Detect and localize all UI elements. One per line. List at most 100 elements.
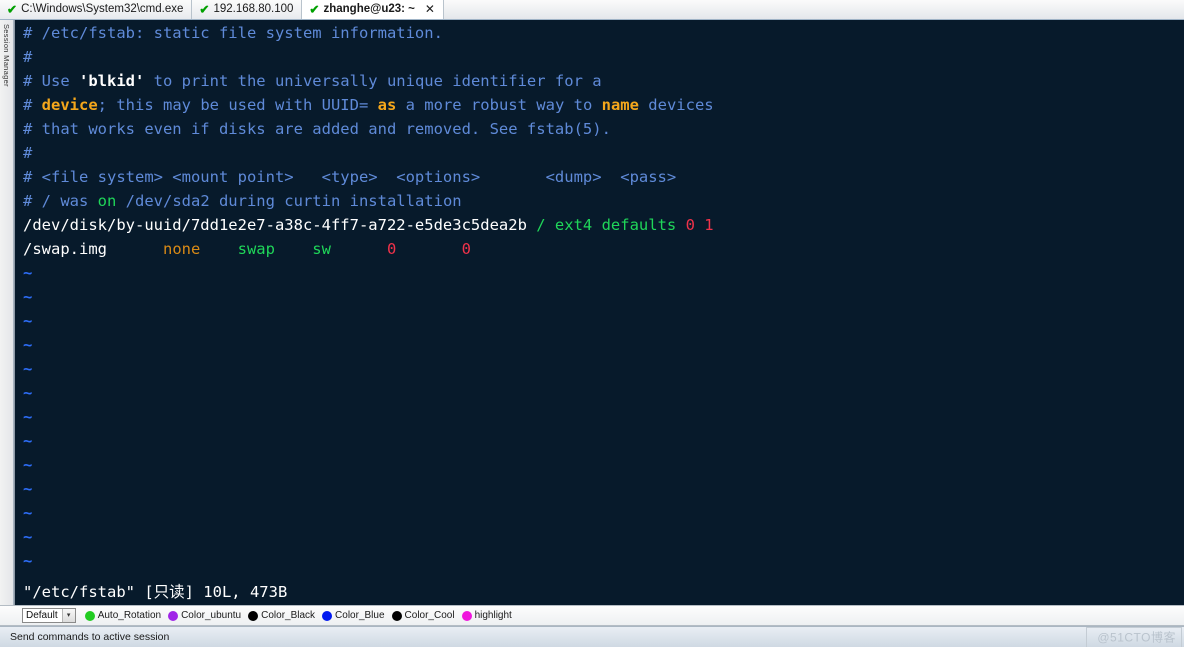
vim-status-line: "/etc/fstab" [只读] 10L, 473B	[23, 583, 288, 601]
terminal-span: # / was	[23, 192, 98, 210]
terminal-span: /dev/sda2 during curtin installation	[116, 192, 462, 210]
xshell-window: ✔ C:\Windows\System32\cmd.exe ✔ 192.168.80.…	[0, 0, 1184, 647]
color-swatch-item[interactable]: Color_ubuntu	[168, 610, 241, 621]
color-swatch-item[interactable]: Auto_Rotation	[84, 610, 162, 621]
terminal-span: # Use	[23, 72, 79, 90]
terminal-span: ~	[23, 384, 33, 402]
watermark-text: @51CTO博客	[1097, 630, 1176, 645]
terminal-line: ~	[23, 381, 1184, 405]
terminal-span: 0 1	[685, 216, 714, 234]
terminal-span: ~	[23, 480, 33, 498]
color-swatch-item[interactable]: highlight	[461, 610, 512, 621]
terminal-span: device	[41, 96, 98, 114]
status-bar-text: Send commands to active session	[10, 631, 170, 643]
terminal-line: # / was on /dev/sda2 during curtin insta…	[23, 189, 1184, 213]
terminal-span: 0	[461, 240, 471, 258]
terminal-span: devices	[638, 96, 714, 114]
terminal-span: #	[23, 96, 42, 114]
check-icon: ✔	[309, 2, 320, 16]
terminal-line: ~	[23, 501, 1184, 525]
color-swatch-item[interactable]: Color_Cool	[391, 610, 455, 621]
layout-select[interactable]: Default ▾	[22, 608, 76, 623]
terminal-span: ~	[23, 264, 33, 282]
terminal-span: ; this may be used with UUID=	[97, 96, 378, 114]
terminal-span: ~	[23, 288, 33, 306]
terminal-line: ~	[23, 333, 1184, 357]
terminal-line: ~	[23, 357, 1184, 381]
terminal-text: # /etc/fstab: static file system informa…	[15, 20, 1184, 573]
terminal-span: name	[601, 96, 639, 114]
terminal-span	[331, 240, 387, 258]
terminal-span: ~	[23, 312, 33, 330]
terminal-line: ~	[23, 549, 1184, 573]
terminal-span: #	[23, 144, 33, 162]
color-dot-icon	[84, 610, 95, 621]
color-dot-icon	[322, 610, 333, 621]
terminal-span: 0	[386, 240, 397, 258]
terminal-line: # Use 'blkid' to print the universally u…	[23, 69, 1184, 93]
terminal-pane[interactable]: # /etc/fstab: static file system informa…	[14, 20, 1184, 605]
layout-select-value: Default	[26, 610, 58, 621]
terminal-span: ~	[23, 432, 33, 450]
color-dot-icon	[391, 610, 402, 621]
terminal-line: #	[23, 141, 1184, 165]
color-swatch-label: Auto_Rotation	[97, 610, 162, 621]
terminal-span	[200, 240, 237, 258]
check-icon: ✔	[7, 2, 18, 16]
terminal-line: /dev/disk/by-uuid/7dd1e2e7-a38c-4ff7-a72…	[23, 213, 1184, 237]
terminal-span: on	[97, 192, 117, 210]
terminal-span	[275, 240, 312, 258]
terminal-tab[interactable]: ✔ zhanghe@u23: ~ ✕	[302, 0, 444, 19]
terminal-line: ~	[23, 405, 1184, 429]
terminal-line: # device; this may be used with UUID= as…	[23, 93, 1184, 117]
color-swatch-item[interactable]: Color_Blue	[322, 610, 385, 621]
color-dot-icon	[248, 610, 259, 621]
terminal-span: as	[377, 96, 397, 114]
session-manager-label: Session Manager	[2, 24, 11, 87]
color-swatch-label: highlight	[474, 610, 512, 621]
close-icon[interactable]: ✕	[425, 0, 435, 19]
terminal-span: none	[162, 240, 201, 258]
terminal-span: # <file system> <mount point> <type> <op…	[23, 168, 677, 186]
check-icon: ✔	[199, 2, 210, 16]
terminal-span: / ext4 defaults	[536, 216, 686, 234]
terminal-span: ~	[23, 456, 33, 474]
terminal-span: #	[23, 48, 33, 66]
terminal-span: ~	[23, 528, 33, 546]
terminal-line: ~	[23, 285, 1184, 309]
terminal-span: to print the universally unique identifi…	[144, 72, 602, 90]
tab-bar: ✔ C:\Windows\System32\cmd.exe ✔ 192.168.80.…	[0, 0, 1184, 20]
chevron-down-icon[interactable]: ▾	[61, 609, 75, 622]
terminal-span: /dev/disk/by-uuid/7dd1e2e7-a38c-4ff7-a72…	[23, 216, 537, 234]
color-dot-icon	[168, 610, 179, 621]
color-swatch-label: Color_Cool	[404, 610, 455, 621]
color-swatch-label: Color_Black	[261, 610, 316, 621]
terminal-line: # <file system> <mount point> <type> <op…	[23, 165, 1184, 189]
color-swatch-item[interactable]: Color_Black	[248, 610, 315, 621]
color-swatch-label: Color_ubuntu	[181, 610, 242, 621]
terminal-line: /swap.img none swap sw 0 0	[23, 237, 1184, 261]
terminal-tab-label: zhanghe@u23: ~	[323, 3, 415, 15]
terminal-span: swap	[237, 240, 275, 258]
terminal-line: ~	[23, 429, 1184, 453]
terminal-tab[interactable]: ✔ 192.168.80.100	[192, 0, 303, 19]
main-body: Session Manager # /etc/fstab: static fil…	[0, 20, 1184, 605]
terminal-span: sw	[312, 240, 331, 258]
terminal-line: ~	[23, 309, 1184, 333]
quick-command-bar: Default ▾ Auto_Rotation Color_ubuntu Color…	[0, 605, 1184, 626]
terminal-span: ~	[23, 408, 33, 426]
terminal-span	[396, 240, 461, 258]
terminal-span: 'blkid'	[79, 72, 145, 90]
terminal-line: ~	[23, 453, 1184, 477]
terminal-span: ~	[23, 552, 33, 570]
terminal-line: # /etc/fstab: static file system informa…	[23, 21, 1184, 45]
session-manager-panel-toggle[interactable]: Session Manager	[0, 20, 14, 605]
terminal-tab[interactable]: ✔ C:\Windows\System32\cmd.exe	[0, 0, 193, 19]
terminal-line: ~	[23, 261, 1184, 285]
terminal-line: #	[23, 45, 1184, 69]
terminal-span: ~	[23, 360, 33, 378]
terminal-span: # that works even if disks are added and…	[23, 120, 611, 138]
terminal-line: ~	[23, 477, 1184, 501]
tab-bar-filler	[443, 0, 1184, 19]
status-bar: Send commands to active session @51CTO博客	[0, 626, 1184, 647]
